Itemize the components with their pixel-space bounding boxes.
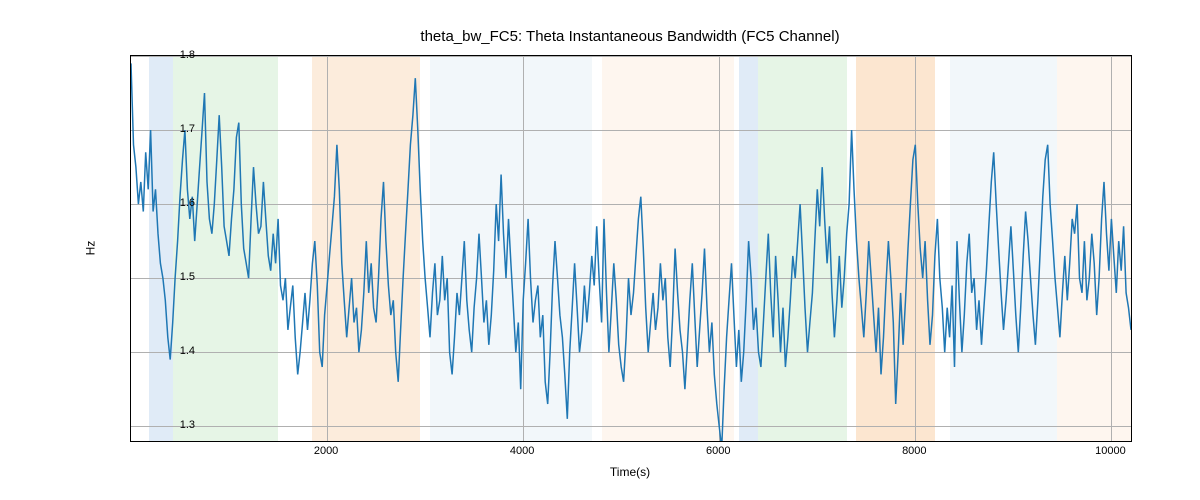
line-series (131, 56, 1131, 441)
x-tick-mark (327, 441, 328, 442)
x-tick-label: 8000 (884, 445, 944, 457)
x-tick-mark (523, 441, 524, 442)
x-tick-label: 4000 (492, 445, 552, 457)
x-tick-mark (719, 441, 720, 442)
y-tick-label: 1.3 (145, 419, 195, 431)
y-tick-label: 1.5 (145, 271, 195, 283)
y-tick-label: 1.4 (145, 345, 195, 357)
plot-area (130, 55, 1132, 442)
x-tick-mark (915, 441, 916, 442)
x-tick-label: 10000 (1080, 445, 1140, 457)
y-tick-mark (130, 426, 131, 427)
x-tick-mark (1111, 441, 1112, 442)
x-tick-label: 2000 (296, 445, 356, 457)
y-tick-label: 1.7 (145, 123, 195, 135)
x-tick-label: 6000 (688, 445, 748, 457)
x-axis-label: Time(s) (130, 465, 1130, 479)
y-tick-mark (130, 352, 131, 353)
chart-container (130, 55, 1130, 440)
y-tick-mark (130, 278, 131, 279)
y-tick-mark (130, 56, 131, 57)
chart-title: theta_bw_FC5: Theta Instantaneous Bandwi… (130, 28, 1130, 45)
y-axis-label: Hz (80, 55, 100, 440)
y-tick-mark (130, 130, 131, 131)
y-tick-label: 1.6 (145, 197, 195, 209)
y-tick-label: 1.8 (145, 49, 195, 61)
y-tick-mark (130, 204, 131, 205)
